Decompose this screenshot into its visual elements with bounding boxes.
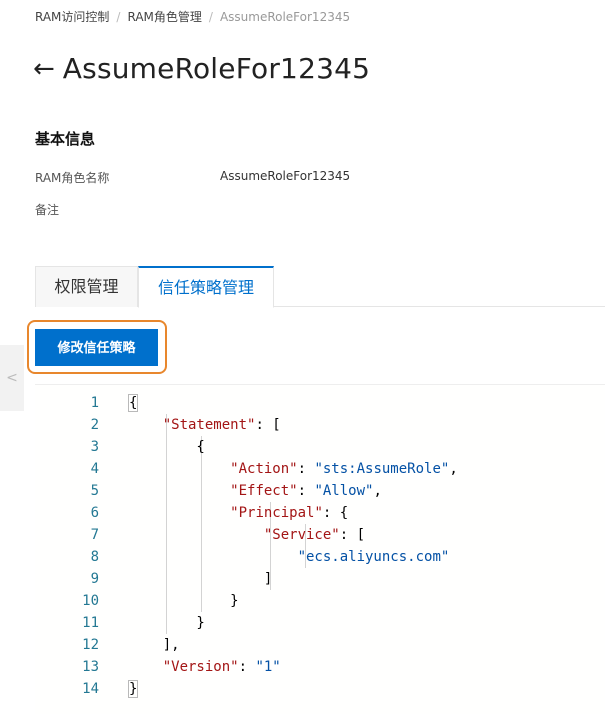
json-punctuation: : xyxy=(297,461,315,477)
line-number: 4 xyxy=(90,461,99,477)
breadcrumb-item-ram-console[interactable]: RAM访问控制 xyxy=(35,10,109,24)
json-key: "Version" xyxy=(162,659,239,675)
json-punctuation xyxy=(129,505,230,521)
code-text: "Version": "1" xyxy=(129,656,281,678)
json-punctuation: ], xyxy=(129,637,180,653)
json-punctuation: , xyxy=(373,483,382,499)
line-number: 5 xyxy=(90,483,99,499)
json-punctuation xyxy=(129,659,163,675)
role-name-label: RAM角色名称 xyxy=(35,171,110,185)
code-text: ], xyxy=(129,634,180,656)
tab-permission-management[interactable]: 权限管理 xyxy=(35,266,138,307)
line-number: 14 xyxy=(82,681,99,697)
tab-trust-policy-management[interactable]: 信任策略管理 xyxy=(138,266,274,308)
json-punctuation: { xyxy=(127,394,139,412)
json-punctuation xyxy=(129,483,230,499)
back-arrow-icon[interactable]: ← xyxy=(33,56,55,82)
json-string: "Allow" xyxy=(314,483,374,499)
code-text: "Action": "sts:AssumeRole", xyxy=(129,458,458,480)
json-punctuation: : xyxy=(238,659,256,675)
code-editor[interactable]: 1{2 "Statement": [3 {4 "Action": "sts:As… xyxy=(35,384,605,714)
line-number: 10 xyxy=(82,593,99,609)
json-string: "1" xyxy=(255,659,281,675)
line-number: 7 xyxy=(90,527,99,543)
line-number: 9 xyxy=(90,571,99,587)
code-text: "Effect": "Allow", xyxy=(129,480,382,502)
json-key: "Action" xyxy=(230,461,298,477)
breadcrumb-separator: / xyxy=(116,10,121,24)
role-name-value: AssumeRoleFor12345 xyxy=(220,169,351,183)
json-punctuation: : [ xyxy=(339,527,366,543)
json-punctuation xyxy=(129,461,230,477)
line-number: 6 xyxy=(90,505,99,521)
breadcrumb-separator: / xyxy=(208,10,213,24)
breadcrumb: RAM访问控制 / RAM角色管理 / AssumeRoleFor12345 xyxy=(35,8,350,25)
json-key: "Statement" xyxy=(162,417,256,433)
json-punctuation xyxy=(129,417,163,433)
tab-bar: 权限管理 信任策略管理 xyxy=(35,266,605,308)
json-punctuation: : xyxy=(297,483,315,499)
breadcrumb-item-ram-roles[interactable]: RAM角色管理 xyxy=(127,10,201,24)
remark-label: 备注 xyxy=(35,203,60,217)
json-key: "Service" xyxy=(263,527,340,543)
code-text: ] xyxy=(129,568,272,590)
json-punctuation xyxy=(129,527,264,543)
line-number: 11 xyxy=(82,615,99,631)
json-key: "Effect" xyxy=(230,483,298,499)
json-punctuation: } xyxy=(129,593,239,609)
page-title: AssumeRoleFor12345 xyxy=(62,52,371,85)
line-number: 13 xyxy=(82,659,99,675)
code-text: } xyxy=(127,678,139,700)
line-number: 8 xyxy=(90,549,99,565)
line-number: 12 xyxy=(82,637,99,653)
json-punctuation: ] xyxy=(129,571,273,587)
json-punctuation: } xyxy=(129,615,205,631)
line-number: 1 xyxy=(90,395,99,411)
chevron-left-icon[interactable]: < xyxy=(0,345,24,411)
json-punctuation: : { xyxy=(322,505,349,521)
json-string: "ecs.aliyuncs.com" xyxy=(297,549,450,565)
code-text: { xyxy=(129,436,205,458)
json-punctuation xyxy=(129,549,298,565)
json-punctuation: : [ xyxy=(255,417,281,433)
breadcrumb-item-current: AssumeRoleFor12345 xyxy=(219,10,351,24)
code-text: "ecs.aliyuncs.com" xyxy=(129,546,450,568)
code-text: { xyxy=(127,392,139,414)
code-text: "Statement": [ xyxy=(129,414,281,436)
page-header: ← AssumeRoleFor12345 xyxy=(33,52,370,85)
json-string: "sts:AssumeRole" xyxy=(314,461,450,477)
json-key: "Principal" xyxy=(230,505,323,521)
json-punctuation: } xyxy=(127,680,139,698)
basic-info-title: 基本信息 xyxy=(35,130,96,148)
json-punctuation: { xyxy=(129,439,205,455)
code-text: } xyxy=(129,612,205,634)
code-text: "Principal": { xyxy=(129,502,348,524)
line-number: 3 xyxy=(90,439,99,455)
code-text: "Service": [ xyxy=(129,524,365,546)
json-punctuation: , xyxy=(449,461,458,477)
edit-trust-policy-button[interactable]: 修改信任策略 xyxy=(35,329,158,366)
line-number: 2 xyxy=(90,417,99,433)
code-text: } xyxy=(129,590,239,612)
